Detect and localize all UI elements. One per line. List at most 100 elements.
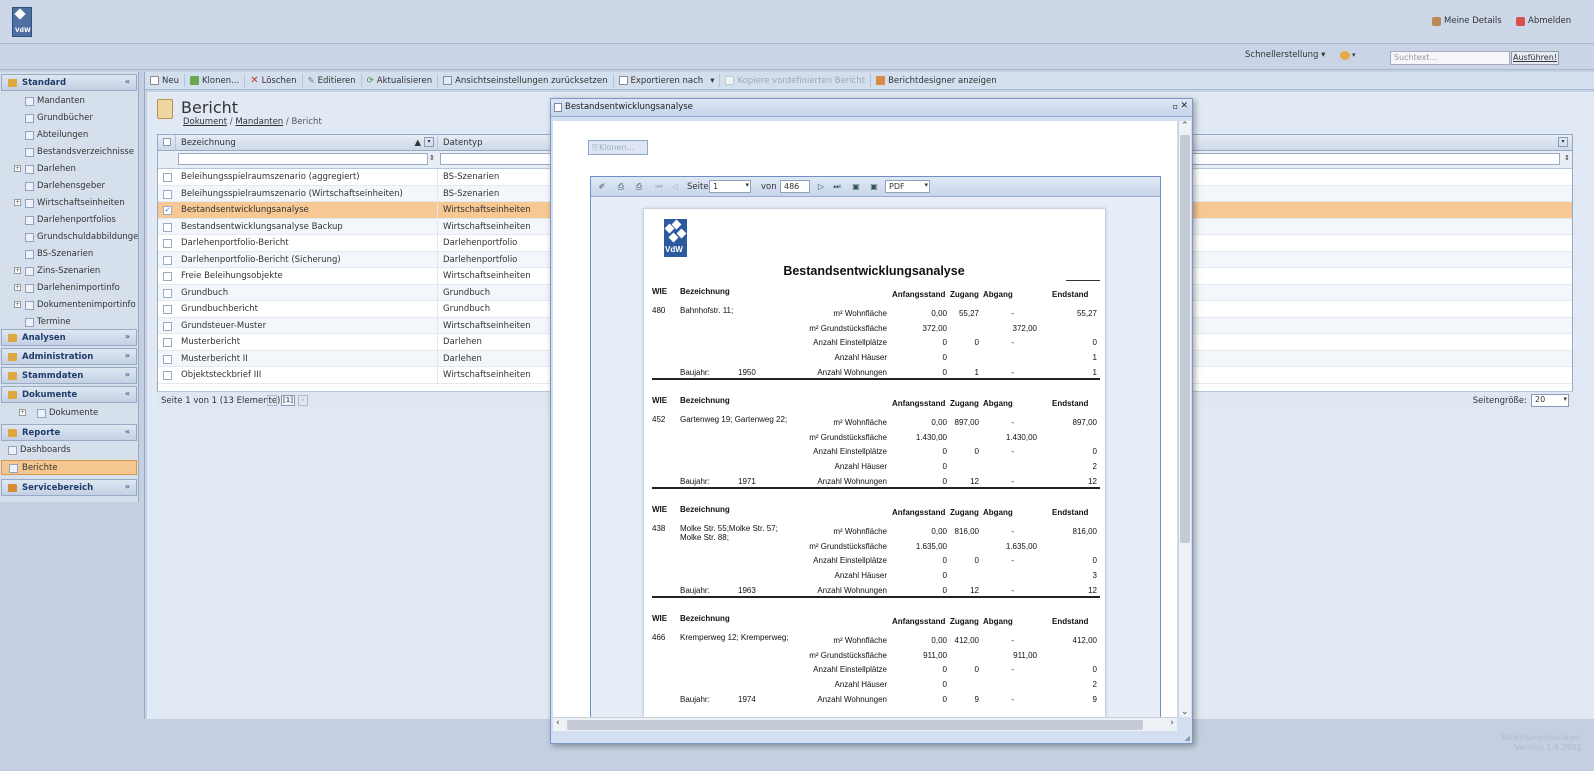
row-checkbox[interactable] bbox=[163, 321, 172, 331]
row-checkbox[interactable] bbox=[163, 354, 172, 364]
search-input[interactable]: Suchtext... bbox=[1390, 51, 1510, 65]
sidebar-item-darlehensgeber[interactable]: Darlehensgeber bbox=[25, 181, 105, 191]
sidebar-item-grundschuldabbildungen[interactable]: Grundschuldabbildungen bbox=[25, 232, 144, 242]
expand-toggle-icon[interactable]: + bbox=[19, 409, 26, 416]
search-button[interactable]: Ausführen! bbox=[1511, 51, 1559, 65]
refresh-button[interactable]: ⟳ Aktualisieren bbox=[362, 74, 439, 87]
row-checkbox[interactable] bbox=[163, 189, 172, 199]
expand-toggle-icon[interactable]: + bbox=[14, 267, 21, 274]
row-checkbox[interactable] bbox=[163, 338, 172, 347]
resize-grip-icon[interactable]: ◢ bbox=[1185, 734, 1190, 742]
vertical-scrollbar[interactable]: ⌃ ⌄ bbox=[1178, 121, 1191, 717]
sidebar-section-reporte[interactable]: Reporte « bbox=[1, 424, 137, 441]
sidebar-item-berichte[interactable]: Berichte bbox=[1, 460, 137, 475]
sidebar-item-darlehenimportinfo[interactable]: + Darlehenimportinfo bbox=[14, 283, 120, 293]
dialog-clone-button[interactable]: ⎘ Klonen... bbox=[588, 140, 648, 155]
sidebar-item-dashboards[interactable]: Dashboards bbox=[8, 445, 71, 455]
page-size-select[interactable]: 20 ▾ bbox=[1531, 394, 1569, 407]
sidebar-section-servicebereich[interactable]: Servicebereich » bbox=[1, 479, 137, 496]
edit-button[interactable]: ✎ Editieren bbox=[303, 74, 362, 87]
sidebar-item-termine[interactable]: Termine bbox=[25, 317, 71, 327]
print-icon[interactable]: ⎙ bbox=[616, 182, 626, 192]
filter-input-bezeichnung[interactable] bbox=[178, 153, 428, 165]
row-checkbox[interactable] bbox=[163, 255, 172, 265]
design-icon[interactable]: ✐ bbox=[597, 182, 607, 192]
select-all-header[interactable] bbox=[158, 135, 176, 151]
sidebar-item-grundb-cher[interactable]: Grundbücher bbox=[25, 113, 93, 123]
copy-predefined-button[interactable]: Kopiere vordefinierten Bericht bbox=[720, 74, 872, 87]
quick-settings-menu[interactable]: Schnellerstellung ▾ bbox=[1245, 50, 1325, 60]
sidebar-item-abteilungen[interactable]: Abteilungen bbox=[25, 130, 88, 140]
first-page-icon[interactable]: ⏮ bbox=[654, 182, 664, 192]
sidebar-item-bestandsverzeichnisse[interactable]: Bestandsverzeichnisse bbox=[25, 147, 134, 157]
row-checkbox[interactable] bbox=[163, 371, 172, 380]
column-menu-icon[interactable]: ▾ bbox=[424, 137, 434, 147]
theme-menu[interactable]: ▾ bbox=[1340, 48, 1362, 62]
expand-toggle-icon[interactable]: + bbox=[14, 199, 21, 206]
breadcrumb-link-mandanten[interactable]: Mandanten bbox=[235, 117, 283, 127]
export-button[interactable]: Exportieren nach ▾ bbox=[614, 74, 721, 87]
expand-toggle-icon[interactable]: + bbox=[14, 301, 21, 308]
page-number-input[interactable]: 1 ▾ bbox=[709, 180, 751, 193]
next-page-icon[interactable]: › bbox=[298, 395, 308, 406]
my-details-link[interactable]: Meine Details bbox=[1432, 16, 1502, 26]
row-checkbox[interactable] bbox=[163, 288, 172, 298]
select-all-checkbox[interactable] bbox=[163, 138, 171, 146]
new-button[interactable]: Neu bbox=[145, 74, 185, 87]
column-header-bezeichnung[interactable]: Bezeichnung ▲ ▾ bbox=[176, 135, 438, 151]
row-checkbox[interactable] bbox=[163, 239, 172, 248]
sidebar-section-standard[interactable]: Standard « bbox=[1, 74, 137, 91]
sidebar-item-darlehenportfolios[interactable]: Darlehenportfolios bbox=[25, 215, 116, 225]
sidebar-splitter[interactable] bbox=[139, 72, 145, 719]
clone-button[interactable]: Klonen... bbox=[185, 74, 246, 87]
save-as-icon[interactable]: ▣ bbox=[869, 182, 879, 192]
row-checkbox[interactable] bbox=[163, 222, 172, 232]
sidebar-item-bs-szenarien[interactable]: BS-Szenarien bbox=[25, 249, 93, 259]
sidebar-section-analysen[interactable]: Analysen » bbox=[1, 329, 137, 346]
row-checkbox[interactable] bbox=[163, 305, 172, 314]
sidebar-item-dokumentenimportinfo[interactable]: + Dokumentenimportinfo bbox=[14, 300, 136, 310]
users-icon bbox=[25, 96, 34, 106]
scroll-down-icon[interactable]: ⌄ bbox=[1181, 707, 1189, 717]
sidebar-item-zins-szenarien[interactable]: + Zins-Szenarien bbox=[14, 266, 100, 276]
expand-toggle-icon[interactable]: + bbox=[14, 165, 21, 172]
next-page-icon[interactable]: ▷ bbox=[816, 182, 826, 192]
scroll-thumb[interactable] bbox=[567, 720, 1143, 730]
current-page-button[interactable]: [1] bbox=[281, 395, 295, 406]
maximize-icon[interactable]: ▫ bbox=[1173, 102, 1178, 111]
reset-view-button[interactable]: Ansichtseinstellungen zurücksetzen bbox=[438, 74, 614, 87]
row-checkbox[interactable] bbox=[163, 173, 172, 182]
horizontal-scrollbar[interactable]: ‹ › bbox=[553, 717, 1177, 731]
save-icon[interactable]: ▣ bbox=[851, 182, 861, 192]
sidebar-item-mandanten[interactable]: Mandanten bbox=[25, 96, 85, 106]
scroll-thumb[interactable] bbox=[1180, 135, 1190, 543]
row-checkbox[interactable] bbox=[163, 272, 172, 281]
print-page-icon[interactable]: ⎙ bbox=[634, 182, 644, 192]
sidebar-section-stammdaten[interactable]: Stammdaten » bbox=[1, 367, 137, 384]
scroll-up-icon[interactable]: ⌃ bbox=[1181, 121, 1189, 131]
designer-button[interactable]: Berichtdesigner anzeigen bbox=[871, 74, 1002, 87]
scroll-left-icon[interactable]: ‹ bbox=[556, 718, 560, 728]
sidebar-section-administration[interactable]: Administration » bbox=[1, 348, 137, 365]
folder-icon bbox=[25, 130, 34, 140]
filter-options-icon[interactable]: ⇕ bbox=[1564, 154, 1570, 162]
sidebar-item-dokumente[interactable]: + Dokumente bbox=[19, 408, 98, 418]
dialog-header[interactable]: Bestandsentwicklungsanalyse ▫ ✕ bbox=[551, 99, 1192, 117]
export-format-select[interactable]: PDF ▾ bbox=[885, 180, 930, 193]
prev-page-icon[interactable]: ◁ bbox=[670, 182, 680, 192]
logout-link[interactable]: Abmelden bbox=[1516, 16, 1571, 26]
expand-toggle-icon[interactable]: + bbox=[14, 284, 21, 291]
filter-options-icon[interactable]: ⇕ bbox=[429, 154, 435, 162]
last-page-icon[interactable]: ⏭ bbox=[832, 182, 842, 192]
column-menu-icon[interactable]: ▾ bbox=[1558, 137, 1568, 147]
hdr-wie: WIE bbox=[652, 396, 668, 405]
scroll-right-icon[interactable]: › bbox=[1170, 718, 1174, 728]
sidebar-item-darlehen[interactable]: + Darlehen bbox=[14, 164, 76, 174]
delete-button[interactable]: ✕ Löschen bbox=[245, 74, 303, 87]
breadcrumb-link-dokument[interactable]: Dokument bbox=[183, 117, 227, 127]
sidebar-section-dokumente[interactable]: Dokumente « bbox=[1, 386, 137, 403]
sidebar-item-wirtschaftseinheiten[interactable]: + Wirtschaftseinheiten bbox=[14, 198, 125, 208]
row-checkbox[interactable]: ✓ bbox=[163, 206, 172, 215]
prev-page-icon[interactable]: ‹ bbox=[267, 395, 277, 406]
close-icon[interactable]: ✕ bbox=[1180, 101, 1188, 111]
